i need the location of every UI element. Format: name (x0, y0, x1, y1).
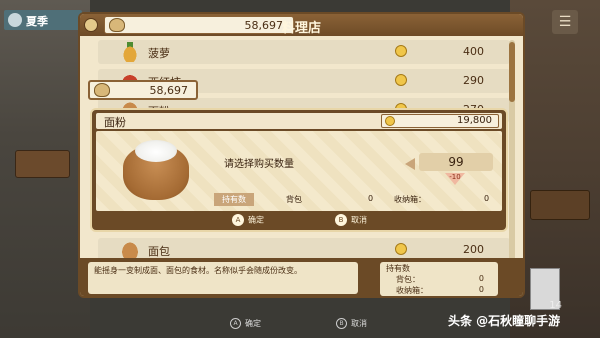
shop-title: 料理店 (281, 21, 321, 36)
flour-sack-icon (121, 138, 191, 200)
list-scrollbar[interactable] (509, 40, 515, 266)
shop-header: 58,697 料理店 (80, 14, 523, 36)
item-price: 290 (463, 74, 484, 87)
stock-box-label: 收纳箱： (394, 195, 426, 204)
item-price: 400 (463, 45, 484, 58)
hold-box-value: 0 (478, 285, 484, 294)
stock-tag: 持有数 (214, 193, 254, 206)
dialog-actions: A 确定 B 取消 (92, 214, 506, 228)
money-float-badge: 58,697 (88, 80, 198, 100)
bottom-cancel-label: 取消 (351, 319, 367, 328)
coin-icon (395, 243, 407, 255)
right-table (530, 190, 590, 220)
item-description: 能摇身一变制成面、面包的食材。名称似乎会随成份改变。 (88, 262, 358, 294)
hold-title: 持有数 (386, 264, 410, 273)
item-name: 面包 (148, 245, 170, 258)
season-tag: 夏季 (4, 10, 82, 30)
bread-icon (120, 240, 140, 260)
bottom-confirm-hint[interactable]: A 确定 (230, 318, 261, 329)
dialog-body: 请选择购买数量 99 -10 持有数 背包 0 收纳箱： 0 (96, 131, 502, 211)
quantity-increase-arrow-icon[interactable] (405, 158, 415, 170)
pineapple-icon (120, 42, 140, 62)
shop-footer: 能摇身一变制成面、面包的食材。名称似乎会随成份改变。 持有数 背包： 0 收纳箱… (80, 258, 523, 296)
list-item[interactable]: 菠萝 400 (98, 40, 510, 64)
purchase-dialog: 面粉 19,800 请选择购买数量 99 -10 持有数 背包 0 收纳箱： 0… (90, 108, 508, 232)
hold-bag-value: 0 (478, 274, 484, 283)
a-button-icon: A (232, 214, 244, 226)
cancel-label: 取消 (351, 215, 367, 225)
coin-icon (385, 116, 395, 126)
b-button-icon: B (336, 318, 347, 329)
storage-box-number: 14 (549, 300, 562, 311)
hold-bag-label: 背包： (396, 275, 420, 284)
dialog-item-name: 面粉 (104, 116, 126, 129)
cancel-button[interactable]: B 取消 (335, 214, 367, 228)
watermark: 头条 @石秋瞳聊手游 (448, 314, 561, 328)
confirm-label: 确定 (248, 215, 264, 225)
scrollbar-thumb[interactable] (509, 42, 515, 102)
stock-bag-value: 0 (368, 194, 374, 203)
dialog-total-price: 19,800 (381, 114, 499, 128)
menu-icon[interactable]: ☰ (552, 10, 578, 34)
quantity-step-label: -10 (449, 173, 461, 181)
b-button-icon: B (335, 214, 347, 226)
coin-icon (395, 74, 407, 86)
item-price: 200 (463, 243, 484, 256)
coin-icon (395, 45, 407, 57)
season-icon (8, 13, 22, 27)
dialog-header: 面粉 19,800 (96, 113, 502, 129)
confirm-button[interactable]: A 确定 (232, 214, 264, 228)
bottom-cancel-hint[interactable]: B 取消 (336, 318, 367, 329)
stock-box-value: 0 (484, 194, 490, 203)
season-label: 夏季 (26, 15, 48, 28)
item-name: 菠萝 (148, 47, 170, 60)
bottom-confirm-label: 确定 (245, 319, 261, 328)
hold-panel: 持有数 背包： 0 收纳箱： 0 (380, 262, 498, 296)
stock-bag-label: 背包 (286, 195, 302, 204)
money-float-value: 58,697 (149, 84, 189, 97)
dialog-total-value: 19,800 (457, 115, 492, 126)
money-bag-icon (94, 83, 110, 97)
hold-box-label: 收纳箱： (396, 286, 428, 295)
flour-pile-icon (135, 140, 177, 162)
quantity-prompt: 请选择购买数量 (224, 159, 294, 170)
left-table (15, 150, 70, 178)
quantity-stepper[interactable]: 99 (419, 153, 493, 171)
a-button-icon: A (230, 318, 241, 329)
stock-row: 持有数 背包 0 收纳箱： 0 (214, 193, 502, 207)
